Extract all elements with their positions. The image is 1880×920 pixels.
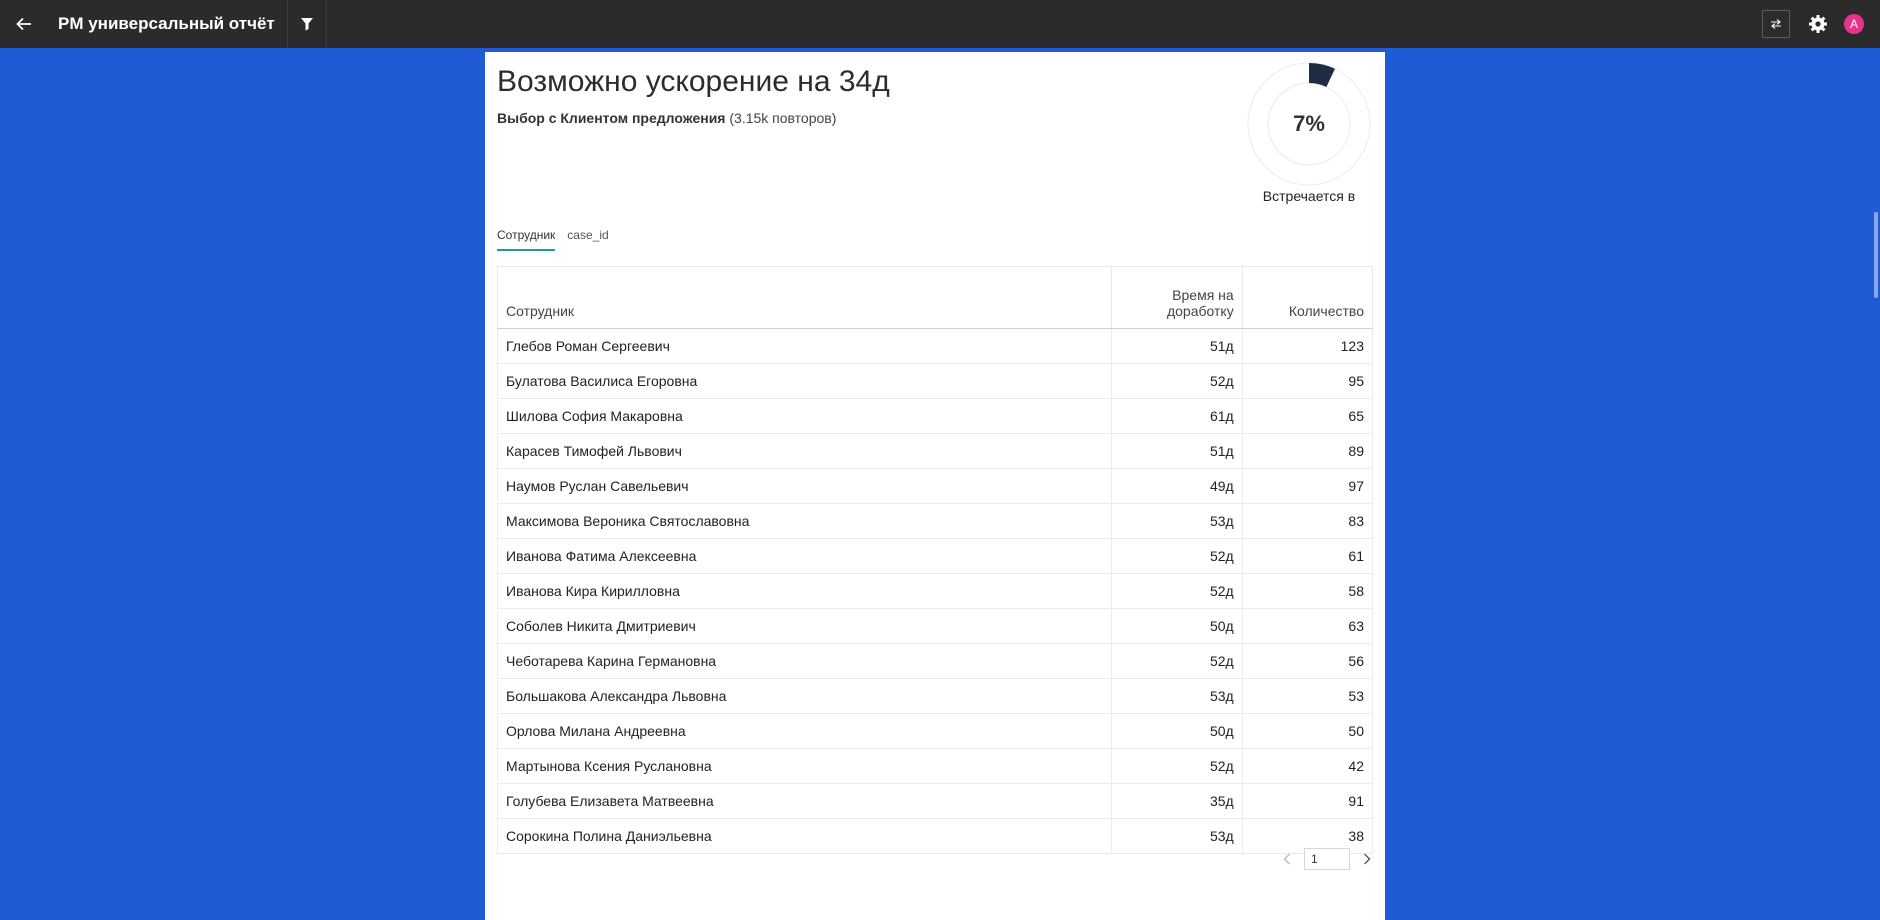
back-arrow-icon[interactable] <box>0 0 48 48</box>
count-cell: 91 <box>1241 783 1374 819</box>
employee-table: Сотрудник Время на доработку Количество … <box>496 266 1374 854</box>
count-cell: 97 <box>1241 468 1374 504</box>
table-row[interactable]: Чеботарева Карина Германовна 52д 56 <box>496 643 1374 679</box>
count-cell: 53 <box>1241 678 1374 714</box>
top-bar: PM универсальный отчёт A <box>0 0 1880 48</box>
rework-time-cell: 50д <box>1111 608 1243 644</box>
gauge-value: 7% <box>1293 111 1325 136</box>
table-row[interactable]: Наумов Руслан Савельевич 49д 97 <box>496 468 1374 504</box>
table-row[interactable]: Сорокина Полина Даниэльевна 53д 38 <box>496 818 1374 854</box>
employee-name-cell: Глебов Роман Сергеевич <box>496 328 1113 364</box>
prev-page-icon[interactable] <box>1280 849 1294 869</box>
filter-icon[interactable] <box>288 0 327 48</box>
count-cell: 61 <box>1241 538 1374 574</box>
page-number-input[interactable] <box>1304 848 1350 870</box>
table-row[interactable]: Глебов Роман Сергеевич 51д 123 <box>496 328 1374 364</box>
table-row[interactable]: Большакова Александра Львовна 53д 53 <box>496 678 1374 714</box>
activity-name: Выбор с Клиентом предложения <box>497 110 726 126</box>
rework-time-cell: 61д <box>1111 398 1243 434</box>
count-cell: 83 <box>1241 503 1374 539</box>
rework-time-cell: 53д <box>1111 818 1243 854</box>
employee-name-cell: Наумов Руслан Савельевич <box>496 468 1113 504</box>
rework-time-cell: 53д <box>1111 503 1243 539</box>
rework-time-cell: 52д <box>1111 573 1243 609</box>
rework-time-cell: 52д <box>1111 363 1243 399</box>
opportunity-panel: Возможно ускорение на 34д Выбор с Клиент… <box>485 52 1385 920</box>
rework-time-cell: 50д <box>1111 713 1243 749</box>
tabs: Сотрудник case_id <box>497 228 609 251</box>
employee-name-cell: Максимова Вероника Святославовна <box>496 503 1113 539</box>
table-row[interactable]: Шилова София Макаровна 61д 65 <box>496 398 1374 434</box>
employee-name-cell: Орлова Милана Андреевна <box>496 713 1113 749</box>
employee-name-cell: Булатова Василиса Егоровна <box>496 363 1113 399</box>
employee-name-cell: Большакова Александра Львовна <box>496 678 1113 714</box>
employee-name-cell: Карасев Тимофей Львович <box>496 433 1113 469</box>
count-cell: 50 <box>1241 713 1374 749</box>
count-cell: 123 <box>1241 328 1374 364</box>
employee-name-cell: Мартынова Ксения Руслановна <box>496 748 1113 784</box>
table-header-row: Сотрудник Время на доработку Количество <box>496 266 1374 329</box>
table-body: Глебов Роман Сергеевич 51д 123 Булатова Вас… <box>496 328 1374 854</box>
rework-time-cell: 53д <box>1111 678 1243 714</box>
column-header-count[interactable]: Количество <box>1241 266 1374 329</box>
rework-time-cell: 49д <box>1111 468 1243 504</box>
tab-case-id[interactable]: case_id <box>567 228 608 251</box>
employee-name-cell: Голубева Елизавета Матвеевна <box>496 783 1113 819</box>
count-cell: 58 <box>1241 573 1374 609</box>
top-bar-actions: A <box>1762 0 1880 48</box>
tab-employee[interactable]: Сотрудник <box>497 228 556 251</box>
employee-name-cell: Соболев Никита Дмитриевич <box>496 608 1113 644</box>
rework-time-cell: 51д <box>1111 328 1243 364</box>
page-title: Возможно ускорение на 34д <box>497 65 890 98</box>
table-row[interactable]: Мартынова Ксения Руслановна 52д 42 <box>496 748 1374 784</box>
count-cell: 89 <box>1241 433 1374 469</box>
table-row[interactable]: Булатова Василиса Егоровна 52д 95 <box>496 363 1374 399</box>
employee-name-cell: Иванова Фатима Алексеевна <box>496 538 1113 574</box>
next-page-icon[interactable] <box>1360 849 1374 869</box>
rework-time-cell: 35д <box>1111 783 1243 819</box>
table-row[interactable]: Карасев Тимофей Львович 51д 89 <box>496 433 1374 469</box>
table-row[interactable]: Иванова Кира Кирилловна 52д 58 <box>496 573 1374 609</box>
rework-time-cell: 52д <box>1111 643 1243 679</box>
page-subtitle: Выбор с Клиентом предложения (3.15k повт… <box>497 110 836 126</box>
count-cell: 95 <box>1241 363 1374 399</box>
table-row[interactable]: Орлова Милана Андреевна 50д 50 <box>496 713 1374 749</box>
toggle-icon[interactable] <box>1762 10 1790 38</box>
table-row[interactable]: Голубева Елизавета Матвеевна 35д 91 <box>496 783 1374 819</box>
employee-name-cell: Шилова София Макаровна <box>496 398 1113 434</box>
column-header-rework-time[interactable]: Время на доработку <box>1111 266 1243 329</box>
table-row[interactable]: Соболев Никита Дмитриевич 50д 63 <box>496 608 1374 644</box>
employee-name-cell: Сорокина Полина Даниэльевна <box>496 818 1113 854</box>
count-cell: 63 <box>1241 608 1374 644</box>
table-row[interactable]: Иванова Фатима Алексеевна 52д 61 <box>496 538 1374 574</box>
app-title: PM универсальный отчёт <box>48 0 288 48</box>
page-scrollbar[interactable] <box>1874 212 1878 298</box>
rework-time-cell: 52д <box>1111 748 1243 784</box>
gauge-caption: Встречается в <box>1262 188 1356 204</box>
employee-name-cell: Чеботарева Карина Германовна <box>496 643 1113 679</box>
count-cell: 42 <box>1241 748 1374 784</box>
avatar[interactable]: A <box>1844 14 1864 34</box>
pagination <box>1280 848 1374 870</box>
count-cell: 65 <box>1241 398 1374 434</box>
count-cell: 56 <box>1241 643 1374 679</box>
column-header-employee[interactable]: Сотрудник <box>496 266 1113 329</box>
repeat-count: (3.15k повторов) <box>725 110 837 126</box>
gear-icon[interactable] <box>1806 12 1830 36</box>
table-row[interactable]: Максимова Вероника Святославовна 53д 83 <box>496 503 1374 539</box>
rework-time-cell: 51д <box>1111 433 1243 469</box>
employee-name-cell: Иванова Кира Кирилловна <box>496 573 1113 609</box>
rework-time-cell: 52д <box>1111 538 1243 574</box>
